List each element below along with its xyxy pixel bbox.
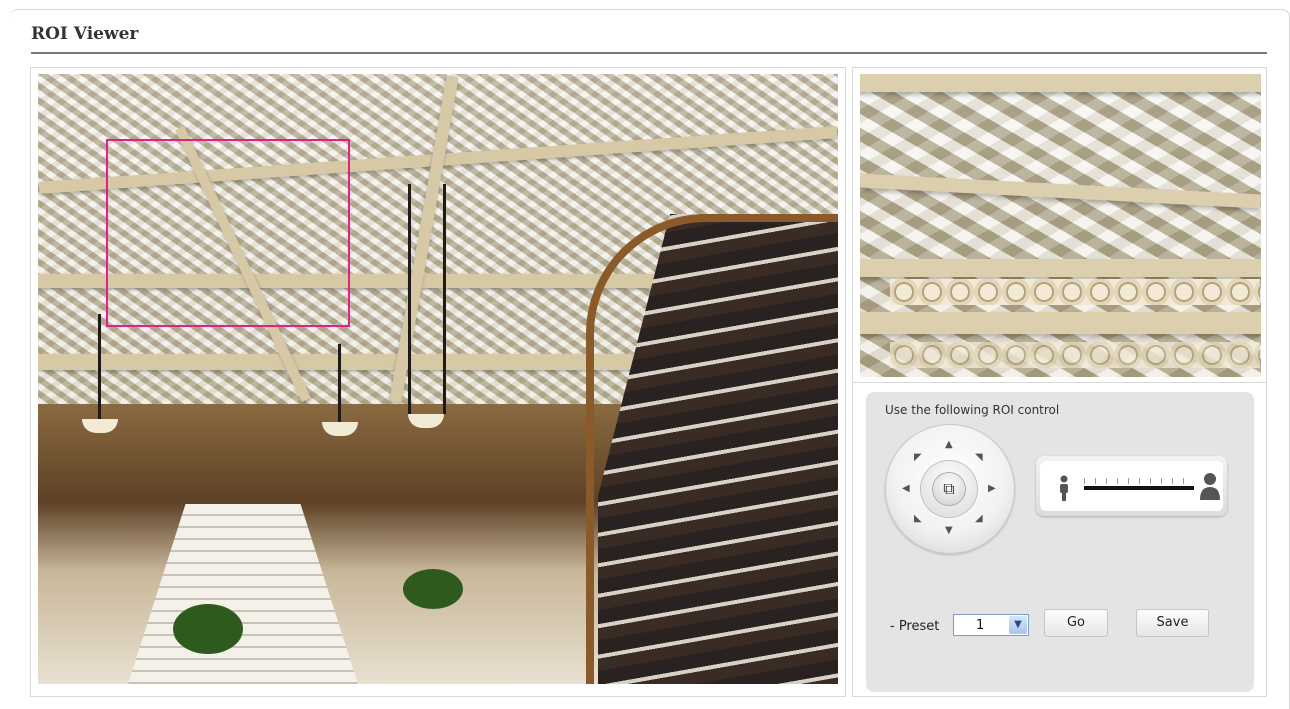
arrow-down-icon[interactable]: ▼	[945, 526, 953, 536]
zoom-slider-track[interactable]	[1084, 486, 1194, 490]
person-small-icon[interactable]	[1058, 475, 1070, 506]
zoom-slider-ticks	[1084, 478, 1194, 484]
beam	[860, 173, 1261, 209]
arrow-down-right-icon[interactable]: ◢	[975, 514, 983, 524]
person-large-icon[interactable]	[1198, 472, 1222, 508]
arrow-left-icon[interactable]: ◀	[902, 484, 910, 494]
chandelier-rod	[98, 314, 101, 424]
arrow-up-left-icon[interactable]: ◤	[914, 453, 922, 463]
preset-value: 1	[976, 618, 985, 633]
panel-divider	[853, 382, 1266, 383]
arrow-right-icon[interactable]: ▶	[988, 484, 996, 494]
save-button[interactable]: Save	[1136, 609, 1209, 637]
arrow-up-right-icon[interactable]: ◥	[975, 453, 983, 463]
plant	[403, 569, 463, 609]
arch-row	[890, 342, 1260, 368]
arrow-up-icon[interactable]: ▲	[945, 440, 953, 450]
go-button[interactable]: Go	[1044, 609, 1108, 637]
chandelier-rod	[338, 344, 341, 424]
chandelier-rod	[408, 184, 411, 414]
preset-select[interactable]: 1 ▼	[953, 614, 1029, 636]
crop-icon[interactable]: ⧉	[933, 473, 965, 505]
beam	[860, 259, 1261, 277]
chevron-down-icon[interactable]: ▼	[1009, 616, 1027, 634]
roi-control-label: Use the following ROI control	[885, 403, 1060, 417]
beam	[860, 312, 1261, 334]
arch-row	[890, 279, 1260, 305]
chandelier-rod	[443, 184, 446, 414]
preset-label: - Preset	[890, 619, 940, 634]
staircase-rail	[586, 214, 838, 684]
plant	[173, 604, 243, 654]
arrow-down-left-icon[interactable]: ◣	[914, 514, 922, 524]
roi-zoom-view	[860, 74, 1261, 377]
beam	[860, 74, 1261, 92]
page-title: ROI Viewer	[31, 24, 139, 44]
roi-selection-rectangle[interactable]	[106, 139, 350, 327]
title-divider	[31, 52, 1267, 54]
